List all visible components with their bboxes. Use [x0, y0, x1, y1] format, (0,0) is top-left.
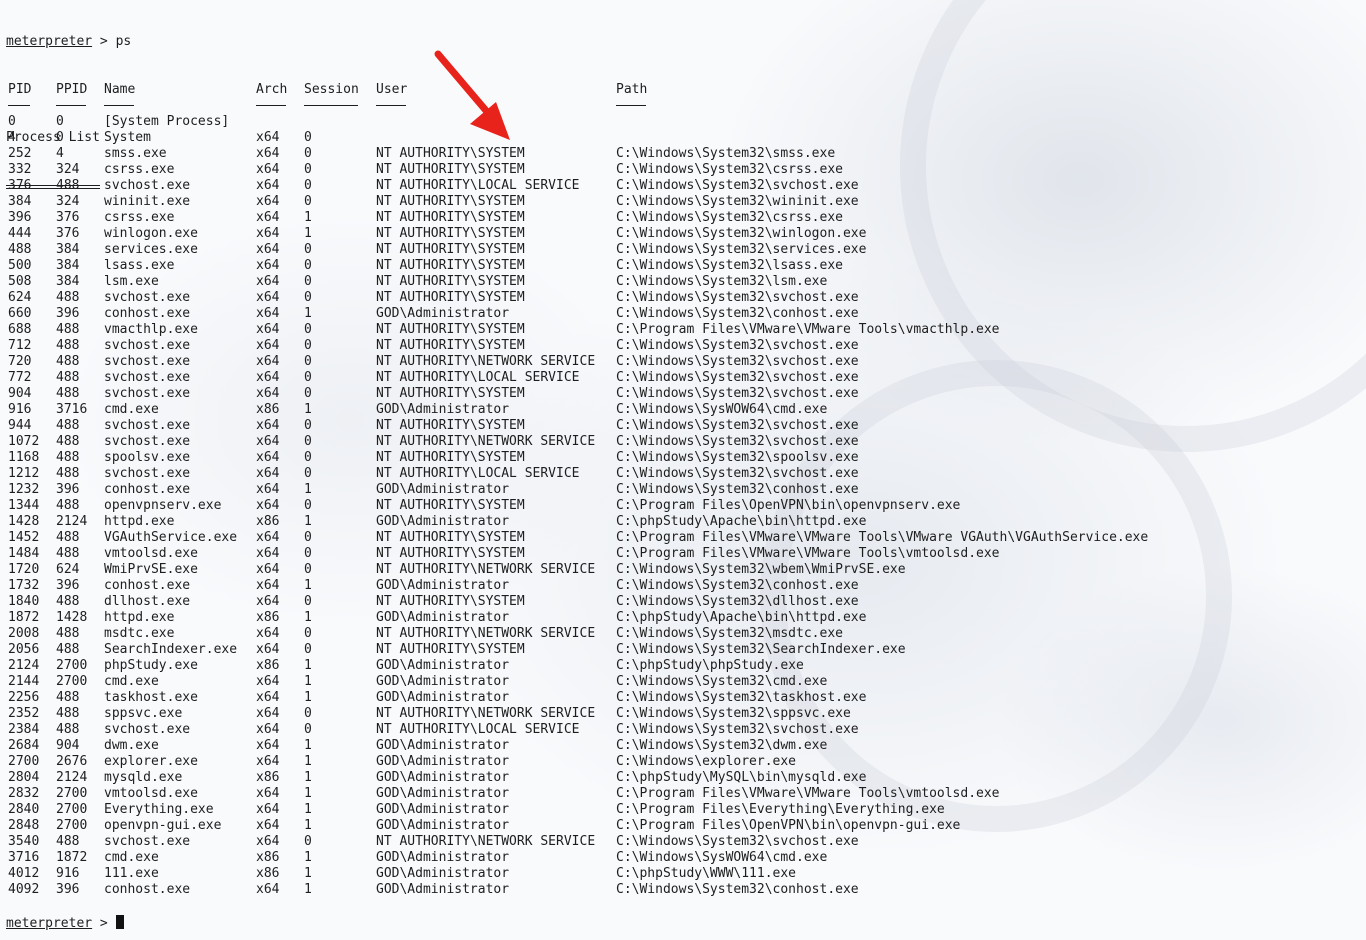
- red-arrow-icon: [434, 50, 510, 140]
